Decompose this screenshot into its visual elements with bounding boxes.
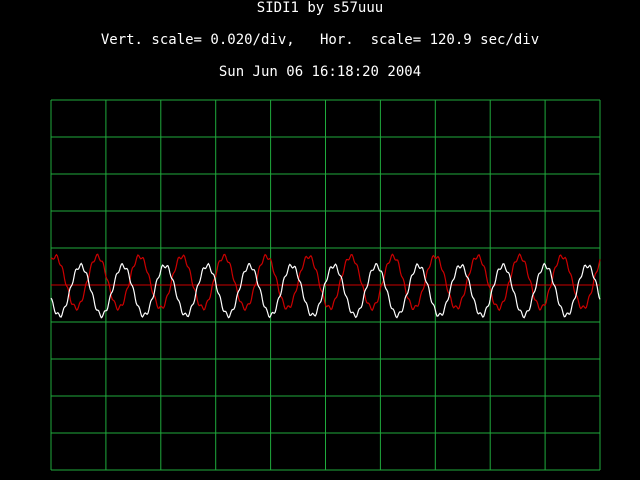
oscilloscope-plot <box>50 99 601 471</box>
